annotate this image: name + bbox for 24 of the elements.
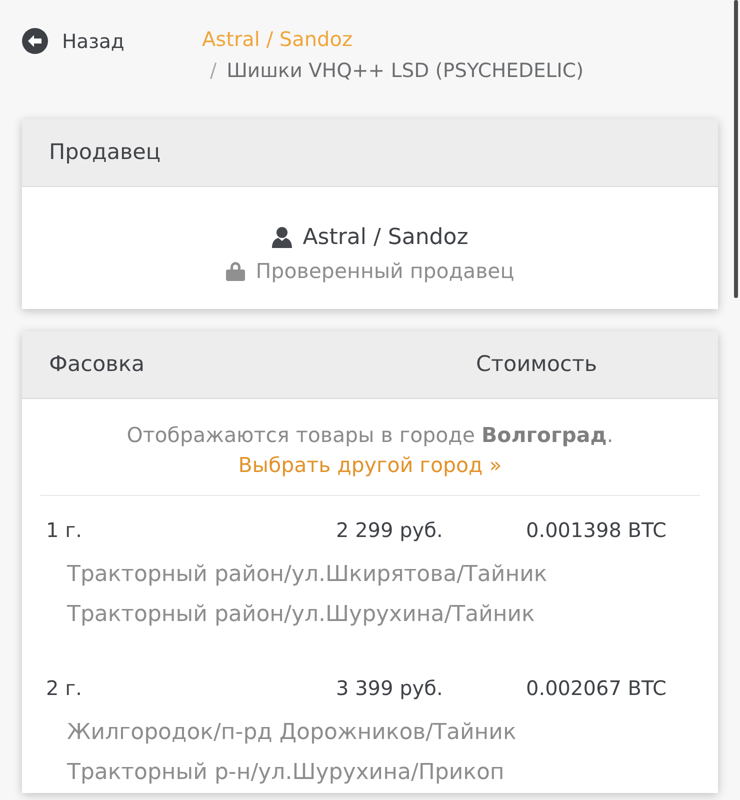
column-header: Стоимость [476, 352, 598, 377]
breadcrumb-current: Шишки VHQ++ LSD (PSYCHEDELIC) [226, 59, 584, 82]
person-icon [272, 226, 292, 248]
price-rub: 2 299 руб. [336, 517, 443, 544]
location-option[interactable]: Жилгородок/п-рд Дорожников/Тайник [67, 713, 516, 753]
card-title: Продавец [49, 140, 161, 165]
column-header: Фасовка [49, 352, 144, 377]
price-rub: 3 399 руб. [336, 675, 443, 702]
location-option[interactable]: Тракторный район/ул.Шкирятова/Тайник [67, 555, 548, 595]
seller-status: Проверенный продавец [256, 259, 514, 283]
offer-weight: 1 г. [46, 517, 82, 544]
location-option[interactable]: Тракторный район/ул.Шурухина/Тайник [67, 595, 535, 635]
lock-icon [226, 261, 245, 281]
change-city-link[interactable]: Выбрать другой город » [238, 453, 502, 477]
seller-name[interactable]: Astral / Sandoz [302, 224, 468, 250]
breadcrumb-separator: / [210, 59, 217, 82]
location-option[interactable]: Тракторный р-н/ул.Шурухина/Прикоп [67, 753, 504, 793]
scrollbar-thumb[interactable] [734, 0, 738, 298]
offer-weight: 2 г. [46, 675, 82, 702]
back-button[interactable]: Назад [22, 24, 124, 56]
breadcrumb-link[interactable]: Astral / Sandoz [202, 27, 352, 51]
city-notice: Отображаются товары в городе Волгоград. [126, 422, 614, 449]
price-btc: 0.001398 BTC [526, 517, 667, 544]
price-btc: 0.002067 BTC [526, 675, 667, 702]
